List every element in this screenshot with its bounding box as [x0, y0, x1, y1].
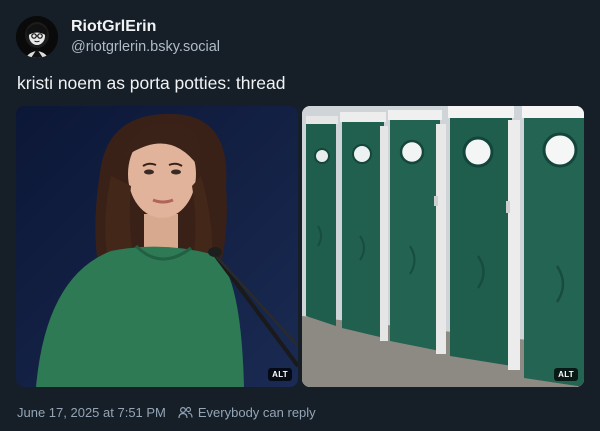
post-timestamp[interactable]: June 17, 2025 at 7:51 PM — [17, 405, 166, 420]
post-header: RiotGrlErin @riotgrlerin.bsky.social — [16, 14, 220, 60]
post-card[interactable]: RiotGrlErin @riotgrlerin.bsky.social kri… — [0, 0, 600, 431]
people-icon — [178, 406, 193, 418]
reply-settings: Everybody can reply — [178, 405, 316, 420]
reply-setting-label: Everybody can reply — [197, 404, 316, 420]
avatar-illustration-icon — [16, 16, 58, 58]
image-woman-speaking[interactable]: ALT — [16, 106, 298, 387]
author-names: RiotGrlErin @riotgrlerin.bsky.social — [71, 17, 220, 57]
alt-badge[interactable]: ALT — [268, 368, 292, 381]
author-display-name[interactable]: RiotGrlErin — [71, 17, 220, 37]
avatar[interactable] — [16, 16, 58, 58]
post-meta: June 17, 2025 at 7:51 PM Everybody can r… — [17, 402, 316, 422]
porta-potties-photo-icon — [302, 106, 584, 387]
image-porta-potties[interactable]: ALT — [302, 106, 584, 387]
alt-badge[interactable]: ALT — [554, 368, 578, 381]
image-gallery: ALT ALT — [16, 106, 584, 387]
woman-photo-icon — [16, 106, 298, 387]
post-text: kristi noem as porta potties: thread — [17, 73, 286, 93]
author-handle[interactable]: @riotgrlerin.bsky.social — [71, 37, 220, 57]
